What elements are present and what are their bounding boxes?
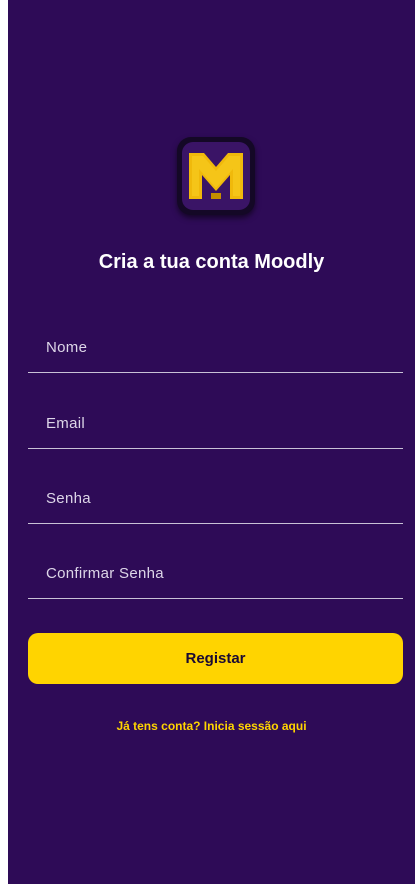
- password-input[interactable]: [46, 483, 386, 513]
- name-input[interactable]: [46, 332, 386, 362]
- confirm-password-input[interactable]: [46, 558, 386, 588]
- app-logo: [177, 137, 255, 215]
- register-button[interactable]: Registar: [28, 633, 403, 684]
- password-field: [28, 483, 403, 524]
- email-input[interactable]: [46, 408, 386, 438]
- login-link[interactable]: Já tens conta? Inicia sessão aqui: [8, 719, 415, 733]
- page-title: Cria a tua conta Moodly: [98, 251, 325, 273]
- name-field: [28, 332, 403, 373]
- moodly-m-logo-icon: [182, 142, 250, 210]
- register-screen: Cria a tua conta Moodly Registar Já tens…: [8, 0, 415, 884]
- m-letter-glyph: [189, 153, 243, 199]
- confirm-password-field: [28, 558, 403, 599]
- email-field: [28, 408, 403, 449]
